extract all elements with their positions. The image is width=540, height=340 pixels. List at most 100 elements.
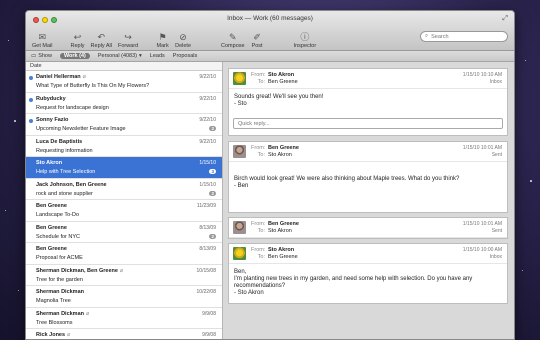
message-folder: Inbox xyxy=(489,79,502,85)
from-name: Ben Greene xyxy=(268,221,299,227)
message-row[interactable]: Ben Greene Landscape To-Do 11/23/09 xyxy=(26,200,222,222)
message-row[interactable]: Daniel Hellerman ⌀ What Type of Butterfly … xyxy=(26,71,222,93)
delete-button[interactable]: ⊘ Delete xyxy=(175,32,191,50)
message-subject: Landscape To-Do xyxy=(36,212,80,218)
search-input[interactable] xyxy=(431,33,502,40)
quick-reply-input[interactable] xyxy=(238,121,502,127)
from-name: Ben Greene xyxy=(268,145,299,151)
post-button[interactable]: ✐ Post xyxy=(251,32,264,50)
to-name: Sto Akron xyxy=(268,228,292,234)
message-body: Sounds great! We'll see you then! - Sto xyxy=(229,89,507,114)
reply-all-button[interactable]: ↶ Reply All xyxy=(91,32,112,50)
message-card[interactable]: From: Ben Greene To: Sto Akron 1/15/10 10:01… xyxy=(228,217,508,239)
message-folder: Sent xyxy=(491,228,502,234)
attachment-icon: ⌀ xyxy=(86,310,90,317)
thread-count-badge: 2 xyxy=(209,126,216,131)
message-row[interactable]: Sto Akron Help with Tree Selection 1/15/10… xyxy=(26,157,222,179)
message-date: 1/15/10 10:10 AM xyxy=(462,72,502,78)
message-body-line: Birch would look great! We were also thi… xyxy=(234,176,460,182)
message-subject: Tree for the garden xyxy=(36,276,83,283)
message-card[interactable]: From: Sto Akron To: Ben Greene 1/15/10 10:00… xyxy=(228,243,508,304)
message-date: 1/15/10 10:00 AM xyxy=(462,247,502,253)
filter-leads[interactable]: Leads xyxy=(150,53,165,59)
show-button[interactable]: ▭ Show xyxy=(31,53,52,59)
thread-count-badge: 2 xyxy=(209,190,216,196)
message-subject: Magnolia Tree xyxy=(36,298,71,304)
from-name: Sto Akron xyxy=(268,72,295,78)
message-sender: Sto Akron xyxy=(36,160,63,166)
message-header: From: Ben Greene To: Sto Akron 1/15/10 10:01… xyxy=(229,218,507,238)
message-list: Date Daniel Hellerman ⌀ What Type of Butte… xyxy=(26,62,223,339)
quick-reply-field[interactable] xyxy=(233,118,503,129)
from-name: Sto Akron xyxy=(268,247,295,253)
avatar xyxy=(233,72,246,85)
inspector-button[interactable]: ⓘ Inspector xyxy=(294,32,317,50)
reply-all-icon: ↶ xyxy=(97,32,106,42)
reply-button[interactable]: ↩ Reply xyxy=(70,32,84,50)
message-row[interactable]: Sherman Dickman Magnolia Tree 10/22/08 xyxy=(26,286,222,308)
message-row[interactable]: Ben Greene Schedule for NYC 8/13/09 2 xyxy=(26,222,222,243)
info-icon: ⓘ xyxy=(300,32,310,42)
message-subject: Upcoming Newsletter Feature Image xyxy=(36,126,126,132)
filter-personal[interactable]: Personal (4083) ▾ xyxy=(98,53,142,59)
forward-icon: ↪ xyxy=(124,32,132,42)
message-subject: Proposal for ACME xyxy=(36,255,83,261)
message-sender: Sherman Dickman xyxy=(36,289,84,295)
window-title: Inbox — Work (60 messages) xyxy=(227,15,313,22)
to-name: Ben Greene xyxy=(268,254,298,260)
message-body-line: - Sto xyxy=(234,101,247,107)
toolbar: ✉ Get Mail ↩ Reply ↶ Reply All ↪ Forward… xyxy=(32,25,508,49)
message-row[interactable]: Ben Greene Proposal for ACME 8/13/09 xyxy=(26,243,222,265)
message-card[interactable]: From: Ben Greene To: Sto Akron 1/15/10 10:01… xyxy=(228,141,508,213)
message-row[interactable]: Sonny Fazio Upcoming Newsletter Feature I… xyxy=(26,114,222,136)
message-header: From: Sto Akron To: Ben Greene 1/15/10 10:00… xyxy=(229,244,507,264)
message-sender: Sherman Dickman, Ben Greene ⌀ xyxy=(36,267,124,274)
message-date: 1/15/10 xyxy=(199,181,216,188)
thread-count-badge: 2 xyxy=(209,233,216,239)
message-sender: Ben Greene xyxy=(36,203,67,209)
message-row[interactable]: Sherman Dickman, Ben Greene ⌀ Tree for the… xyxy=(26,265,222,286)
message-row[interactable]: Sherman Dickman ⌀ Tree Blossoms 9/9/08 xyxy=(26,308,222,329)
message-row[interactable]: Jack Johnson, Ben Greene rock and stone s… xyxy=(26,179,222,200)
message-body: Birch would look great! We were also thi… xyxy=(229,162,507,212)
filter-work[interactable]: Work (4) xyxy=(59,53,90,59)
message-sender: Luca De Baptistis xyxy=(36,138,83,145)
message-date: 1/15/10 10:01 AM xyxy=(462,145,502,151)
avatar xyxy=(233,221,246,234)
message-row[interactable]: Rubyducky Request for landscape design 9/2… xyxy=(26,93,222,114)
message-date: 11/23/09 xyxy=(196,203,216,209)
message-body-line: Ben, xyxy=(234,269,247,275)
search-icon: ⌕ xyxy=(425,33,429,39)
get-mail-button[interactable]: ✉ Get Mail xyxy=(32,32,52,50)
message-sender: Jack Johnson, Ben Greene xyxy=(36,181,107,188)
message-subject: Help with Tree Selection xyxy=(36,169,96,175)
message-body-line: Sounds great! We'll see you then! xyxy=(234,94,324,100)
forward-button[interactable]: ↪ Forward xyxy=(118,32,138,50)
avatar xyxy=(233,247,246,260)
message-card[interactable]: From: Sto Akron To: Ben Greene 1/15/10 10:10… xyxy=(228,68,508,136)
search-field[interactable]: ⌕ xyxy=(420,31,508,42)
message-subject: Request for landscape design xyxy=(36,104,109,111)
message-row[interactable]: Rick Jones⌀Travel Pictures9/9/08 xyxy=(26,329,222,339)
message-row[interactable]: Luca De Baptistis Requesting information 9… xyxy=(26,136,222,157)
filter-proposals[interactable]: Proposals xyxy=(173,53,197,59)
mark-button[interactable]: ⚑ Mark xyxy=(156,32,169,50)
fullscreen-icon[interactable]: ⤢ xyxy=(502,15,508,23)
unread-dot-icon xyxy=(29,97,33,102)
message-date: 1/15/10 xyxy=(199,160,216,166)
message-header: From: Ben Greene To: Sto Akron 1/15/10 10:01… xyxy=(229,142,507,162)
message-sender: Rick Jones ⌀ xyxy=(36,332,71,338)
message-date: 9/22/10 xyxy=(199,74,216,80)
message-subject: rock and stone supplier xyxy=(36,190,93,197)
to-name: Sto Akron xyxy=(268,152,292,158)
message-sender: Rubyducky xyxy=(36,95,66,102)
message-subject: What Type of Butterfly Is This On My Flo… xyxy=(36,83,150,89)
sort-header-date[interactable]: Date xyxy=(26,62,222,71)
message-date: 8/13/09 xyxy=(199,246,216,252)
attachment-icon: ⌀ xyxy=(119,267,124,274)
message-header: From: Sto Akron To: Ben Greene 1/15/10 10:10… xyxy=(229,69,507,89)
message-date: 10/22/08 xyxy=(196,289,216,295)
attachment-icon: ⌀ xyxy=(67,332,71,338)
compose-button[interactable]: ✎ Compose xyxy=(221,32,245,50)
message-sender: Sonny Fazio xyxy=(36,117,69,123)
